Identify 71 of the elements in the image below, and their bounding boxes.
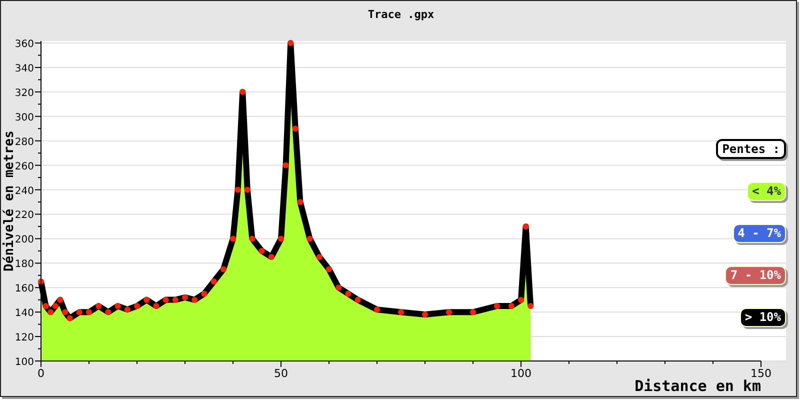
x-tick-label: 100	[510, 367, 532, 380]
y-tick-label: 360	[14, 39, 34, 50]
data-point	[124, 306, 130, 313]
data-point	[162, 296, 169, 303]
data-point	[470, 309, 476, 316]
y-axis-label: Dénivelé en metres	[2, 130, 17, 272]
y-tick-label: 100	[14, 357, 34, 368]
y-tick-label: 320	[14, 88, 34, 99]
data-point	[192, 296, 198, 303]
y-tick-label: 280	[14, 136, 34, 148]
data-point	[316, 254, 322, 260]
y-tick-label: 220	[14, 210, 34, 222]
data-point	[398, 309, 404, 316]
legend-item: 7 - 10%	[725, 266, 786, 285]
y-tick-label: 140	[14, 308, 34, 320]
data-point	[326, 266, 332, 272]
y-tick-label: 300	[14, 112, 34, 124]
legend-title: Pentes :	[716, 139, 786, 159]
data-point	[201, 290, 208, 297]
x-tick-label: 0	[38, 367, 44, 380]
data-point	[446, 309, 452, 316]
data-point	[292, 126, 298, 132]
data-point	[345, 290, 352, 297]
x-axis-label: Distance en km	[634, 377, 761, 395]
y-tick-label: 180	[14, 259, 34, 270]
data-point	[518, 296, 524, 303]
data-point	[522, 223, 529, 230]
data-point	[105, 309, 112, 316]
data-point	[234, 186, 241, 193]
data-point	[249, 236, 256, 242]
data-point	[244, 186, 250, 193]
data-point	[114, 302, 121, 309]
x-tick-label: 150	[750, 367, 772, 380]
data-point	[288, 40, 294, 46]
x-tick-label: 50	[274, 367, 288, 380]
data-point	[210, 278, 217, 284]
data-point	[528, 302, 534, 309]
data-point	[297, 199, 304, 205]
data-point	[76, 309, 82, 316]
data-point	[422, 312, 428, 318]
data-point	[282, 162, 289, 168]
data-point	[268, 254, 274, 260]
legend-item: > 10%	[740, 308, 786, 327]
y-tick-label: 160	[14, 284, 34, 295]
chart-title: Trace .gpx	[368, 8, 434, 21]
legend-item: 4 - 7%	[732, 224, 786, 243]
y-tick-label: 240	[14, 186, 34, 197]
data-point	[38, 278, 44, 284]
data-point	[240, 88, 246, 95]
data-point	[336, 284, 342, 291]
data-point	[153, 302, 160, 309]
y-tick-label: 260	[14, 161, 34, 172]
data-point	[230, 236, 236, 242]
data-point	[134, 302, 140, 309]
data-point	[258, 248, 265, 254]
y-tick-label: 200	[14, 234, 34, 246]
data-point	[494, 302, 500, 309]
data-point	[144, 296, 150, 303]
data-point	[182, 294, 188, 300]
data-point	[172, 296, 178, 303]
data-point	[86, 309, 92, 316]
data-point	[306, 236, 313, 242]
y-tick-label: 340	[14, 63, 34, 74]
data-point	[220, 266, 226, 272]
data-point	[354, 296, 361, 303]
data-point	[278, 236, 284, 242]
data-point	[508, 302, 514, 309]
legend-item: < 4%	[747, 182, 786, 201]
data-point	[96, 302, 102, 309]
y-tick-label: 120	[14, 332, 34, 344]
data-point	[374, 306, 380, 313]
